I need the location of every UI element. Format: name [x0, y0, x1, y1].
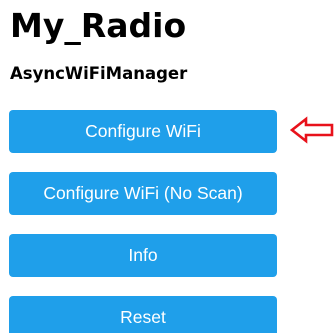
left-arrow-icon — [290, 116, 334, 144]
reset-button[interactable]: Reset — [9, 296, 277, 333]
configure-wifi-button[interactable]: Configure WiFi — [9, 110, 277, 153]
page-title: My_Radio — [10, 6, 187, 45]
configure-wifi-no-scan-button[interactable]: Configure WiFi (No Scan) — [9, 172, 277, 215]
info-button[interactable]: Info — [9, 234, 277, 277]
page-subtitle: AsyncWiFiManager — [10, 64, 188, 83]
